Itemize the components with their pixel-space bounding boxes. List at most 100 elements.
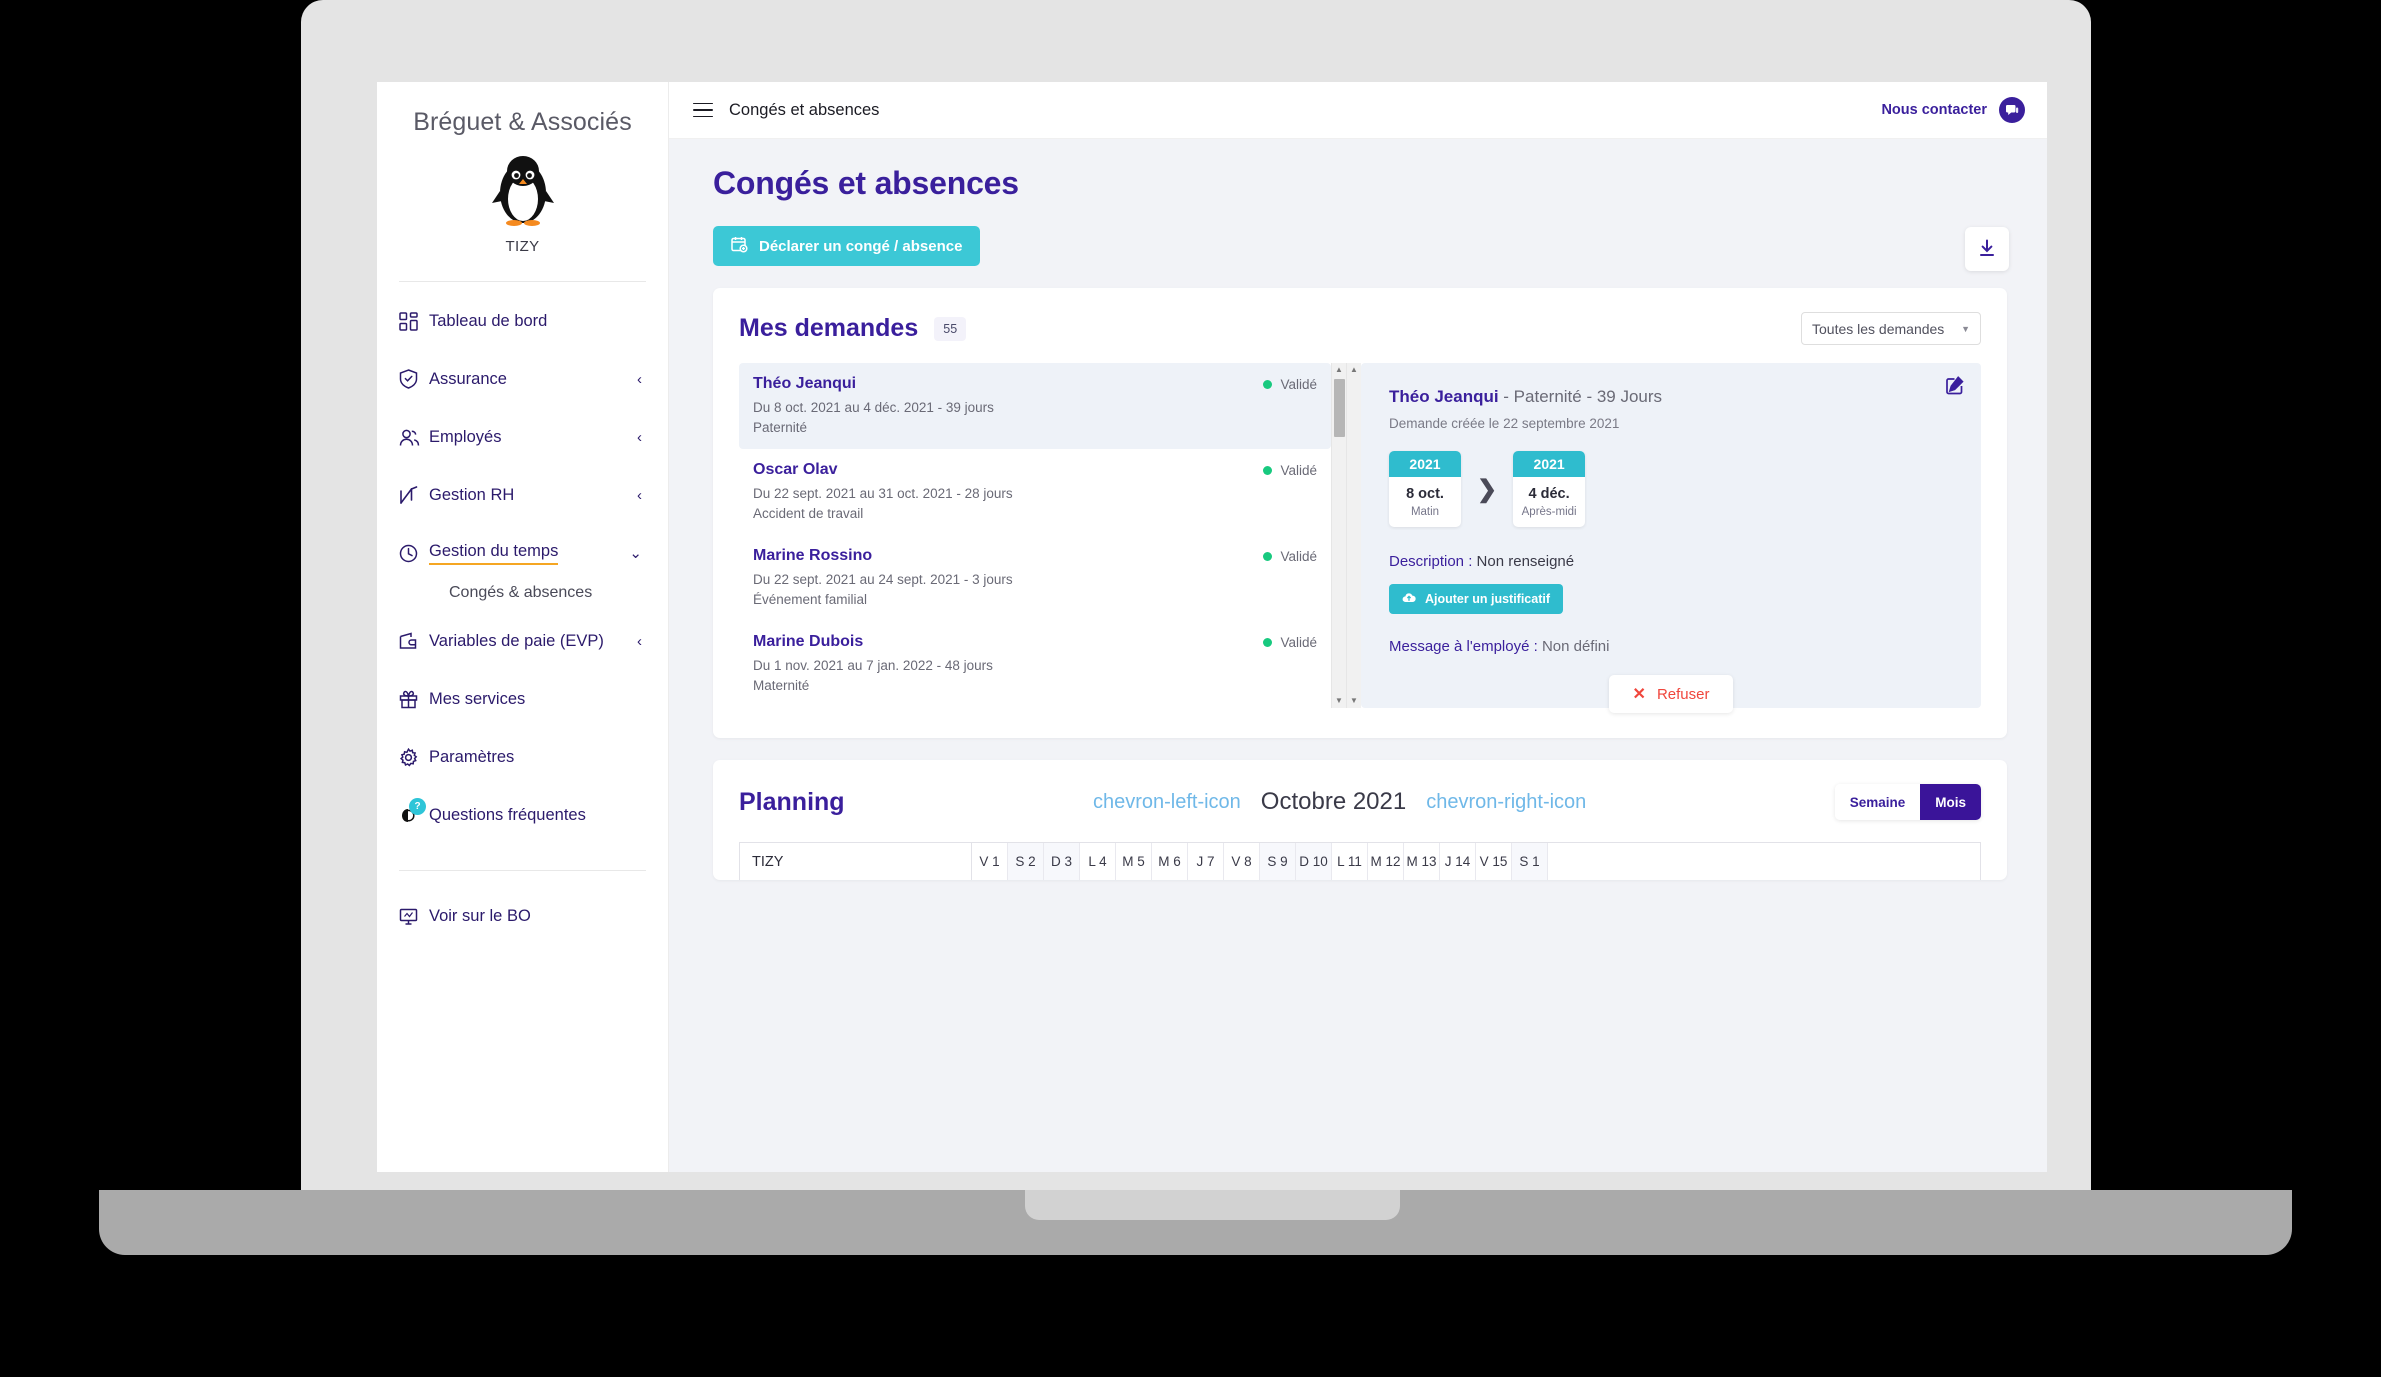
sidebar-item-voir-sur-le-bo[interactable]: Voir sur le BO <box>377 887 668 945</box>
gift-icon <box>399 690 429 709</box>
request-list-item[interactable]: Oscar Olav Validé Du 22 sept. 2021 au 31… <box>739 449 1331 535</box>
planning-day-column[interactable]: S 9 <box>1260 843 1296 880</box>
refuse-button[interactable]: ✕ Refuser <box>1608 675 1734 713</box>
planning-day-column[interactable]: L 11 <box>1332 843 1368 880</box>
requests-count-badge: 55 <box>934 316 967 341</box>
scroll-up-arrow-icon[interactable]: ▲ <box>1335 366 1343 374</box>
add-justificatif-button[interactable]: Ajouter un justificatif <box>1389 584 1563 614</box>
toggle-semaine-button[interactable]: Semaine <box>1834 784 1921 820</box>
status-label: Validé <box>1280 376 1317 392</box>
planning-day-column[interactable]: M 6 <box>1152 843 1188 880</box>
planning-day-column[interactable]: V 15 <box>1476 843 1512 880</box>
detail-message-label: Message à l'employé : <box>1389 638 1542 655</box>
requests-list-scrollbar[interactable]: ▲ ▼ <box>1331 363 1346 708</box>
request-list-item[interactable]: Théo Jeanqui Validé Du 8 oct. 2021 au 4 … <box>739 363 1331 449</box>
download-icon <box>1977 238 1997 261</box>
calendar-add-icon <box>731 236 748 257</box>
sidebar-item-mes-services[interactable]: Mes services <box>377 670 668 728</box>
status-badge: Validé <box>1263 635 1317 650</box>
toggle-mois-button[interactable]: Mois <box>1920 784 1981 820</box>
planning-day-column[interactable]: M 5 <box>1116 843 1152 880</box>
requests-body: Théo Jeanqui Validé Du 8 oct. 2021 au 4 … <box>739 363 1981 713</box>
download-button[interactable] <box>1965 227 2009 271</box>
chevron-left-icon[interactable]: ‹ <box>637 372 642 387</box>
request-list-item[interactable]: Amandine Aotri Validé Du 22 sept. 2021 a… <box>739 707 1331 708</box>
planning-day-column[interactable]: M 13 <box>1404 843 1440 880</box>
planning-day-column[interactable]: V 1 <box>972 843 1008 880</box>
status-label: Validé <box>1280 462 1317 478</box>
planning-resource-label: TIZY <box>740 843 972 880</box>
top-bar: Congés et absences Nous contacter <box>669 82 2047 139</box>
sidebar-item-gestion-du-temps[interactable]: Gestion du temps ⌄ <box>377 524 668 582</box>
sidebar-item-label: Paramètres <box>429 747 515 766</box>
sidebar-item-gestion-rh[interactable]: Gestion RH ‹ <box>377 466 668 524</box>
date-range-row: 2021 8 oct. Matin ❯ 2021 4 déc. Après-mi… <box>1389 451 1953 527</box>
scroll-down-arrow-icon[interactable]: ▼ <box>1335 697 1343 705</box>
laptop-notch <box>1025 1190 1400 1220</box>
request-list-item[interactable]: Marine Dubois Validé Du 1 nov. 2021 au 7… <box>739 621 1331 707</box>
end-date-half: Après-midi <box>1521 506 1577 518</box>
detail-panel-scrollbar[interactable]: ▲ ▼ <box>1346 363 1361 708</box>
sidebar-item-parametres[interactable]: Paramètres <box>377 728 668 786</box>
hamburger-icon[interactable] <box>693 102 713 118</box>
scroll-up-arrow-icon[interactable]: ▲ <box>1350 366 1358 374</box>
end-date-day: 4 déc. <box>1528 486 1570 502</box>
chevron-left-icon[interactable]: ‹ <box>637 488 642 503</box>
chevron-left-icon[interactable]: chevron-left-icon <box>1093 791 1241 814</box>
edit-square-icon <box>1945 376 1965 398</box>
contact-link[interactable]: Nous contacter <box>1881 102 1987 118</box>
planning-day-column[interactable]: J 14 <box>1440 843 1476 880</box>
penguin-logo-icon <box>377 137 668 232</box>
detail-employee-name: Théo Jeanqui <box>1389 387 1499 406</box>
sidebar-subitem-conges-absences[interactable]: Congés & absences <box>377 582 668 612</box>
end-date-card: 2021 4 déc. Après-midi <box>1513 451 1586 527</box>
planning-day-column[interactable]: M 12 <box>1368 843 1404 880</box>
planning-day-column[interactable]: S 1 <box>1512 843 1548 880</box>
gear-icon <box>399 747 429 767</box>
monitor-icon <box>399 907 429 926</box>
request-type: Événement familial <box>753 592 868 607</box>
planning-day-column[interactable]: V 8 <box>1224 843 1260 880</box>
sidebar-item-assurance[interactable]: Assurance ‹ <box>377 350 668 408</box>
detail-created-date: Demande créée le 22 septembre 2021 <box>1389 416 1620 431</box>
chevron-left-icon[interactable]: ‹ <box>637 430 642 445</box>
requests-filter-select[interactable]: Toutes les demandes ▼ <box>1801 312 1981 345</box>
detail-message-value: Non défini <box>1541 638 1610 655</box>
planning-day-column[interactable]: D 3 <box>1044 843 1080 880</box>
scrollbar-thumb[interactable] <box>1334 379 1345 437</box>
requests-card: Mes demandes 55 Toutes les demandes ▼ Th… <box>713 288 2007 738</box>
sidebar-item-questions-frequentes[interactable]: ? Questions fréquentes <box>377 786 668 844</box>
scroll-down-arrow-icon[interactable]: ▼ <box>1350 697 1358 705</box>
planning-card: Planning chevron-left-icon Octobre 2021 … <box>713 760 2007 880</box>
request-list-item[interactable]: Marine Rossino Validé Du 22 sept. 2021 a… <box>739 535 1331 621</box>
status-dot-icon <box>1263 379 1273 389</box>
request-dates: Du 8 oct. 2021 au 4 déc. 2021 - 39 jours <box>753 400 994 415</box>
request-dates: Du 1 nov. 2021 au 7 jan. 2022 - 48 jours <box>753 658 993 673</box>
sidebar-item-employes[interactable]: Employés ‹ <box>377 408 668 466</box>
planning-day-column[interactable]: L 4 <box>1080 843 1116 880</box>
chevron-right-icon: ❯ <box>1477 475 1498 503</box>
planning-day-column[interactable]: S 2 <box>1008 843 1044 880</box>
planning-current-month: Octobre 2021 <box>1260 788 1407 815</box>
declare-leave-button[interactable]: Déclarer un congé / absence <box>713 226 981 266</box>
request-dates: Du 22 sept. 2021 au 31 oct. 2021 - 28 jo… <box>753 486 1013 501</box>
status-dot-icon <box>1263 465 1273 475</box>
sidebar-item-tableau-de-bord[interactable]: Tableau de bord <box>377 292 668 350</box>
edit-request-button[interactable] <box>1945 375 1965 398</box>
planning-title: Planning <box>739 787 845 816</box>
sidebar-item-label: Mes services <box>429 689 526 708</box>
chat-bubble-icon[interactable] <box>1999 97 2025 123</box>
planning-month-nav: chevron-left-icon Octobre 2021 chevron-r… <box>845 788 1835 816</box>
planning-day-column[interactable]: J 7 <box>1188 843 1224 880</box>
refuse-row: ✕ Refuser <box>1389 675 1953 713</box>
planning-day-column[interactable]: D 10 <box>1296 843 1332 880</box>
declare-leave-label: Déclarer un congé / absence <box>759 237 963 255</box>
chevron-left-icon[interactable]: ‹ <box>637 634 642 649</box>
sidebar-item-variables-de-paie[interactable]: Variables de paie (EVP) ‹ <box>377 612 668 670</box>
brand-subtitle: TIZY <box>505 238 540 255</box>
sidebar-item-label: Questions fréquentes <box>429 805 586 824</box>
requests-list: Théo Jeanqui Validé Du 8 oct. 2021 au 4 … <box>739 363 1331 708</box>
start-date-day: 8 oct. <box>1406 486 1444 502</box>
chevron-right-icon[interactable]: chevron-right-icon <box>1426 791 1586 814</box>
chevron-down-icon[interactable]: ⌄ <box>629 546 642 561</box>
